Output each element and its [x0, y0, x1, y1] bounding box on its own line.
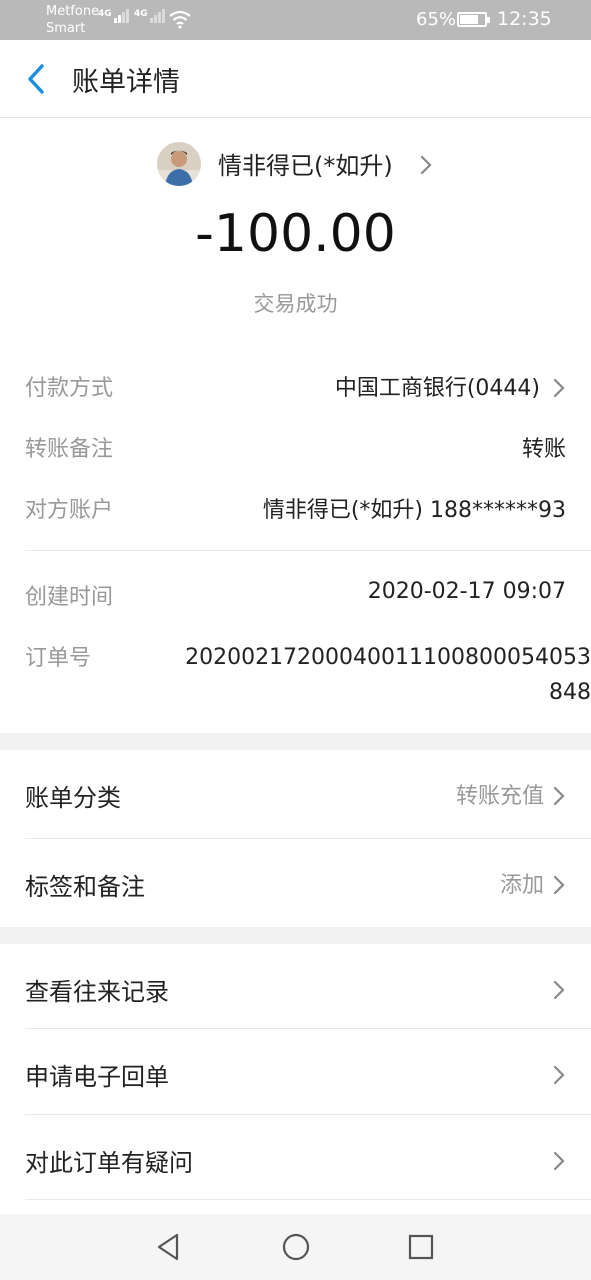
order-question-item[interactable]: 对此订单有疑问	[0, 1115, 591, 1201]
page-title: 账单详情	[72, 67, 180, 98]
recents-square-icon[interactable]	[407, 1232, 435, 1262]
order-number-row: 订单号 2020021720004001110080005405384​8	[25, 640, 591, 710]
payment-method-row[interactable]: 付款方式 中国工商银行(0444)	[25, 370, 566, 410]
created-time-label: 创建时间	[25, 585, 114, 610]
network-type-label: 4G	[98, 9, 112, 19]
carrier-line2: Smart	[46, 21, 86, 36]
system-nav-bar	[0, 1214, 591, 1280]
payment-method-value: 中国工商银行(0444)	[334, 376, 540, 401]
chevron-right-icon[interactable]	[419, 154, 433, 176]
chevron-right-icon	[553, 378, 565, 398]
transfer-note-value: 转账	[521, 437, 566, 462]
chevron-right-icon	[553, 1065, 565, 1085]
bill-category-item[interactable]: 账单分类 转账充值	[0, 750, 591, 836]
order-number-label: 订单号	[25, 646, 92, 671]
tags-notes-value: 添加	[499, 873, 544, 898]
divider	[25, 1199, 591, 1200]
tags-notes-item[interactable]: 标签和备注 添加	[0, 839, 591, 925]
actions-section: 查看往来记录 申请电子回单 对此订单有疑问	[0, 944, 591, 1214]
bill-category-value: 转账充值	[455, 784, 544, 809]
transfer-note-label: 转账备注	[25, 437, 114, 462]
avatar[interactable]	[157, 142, 201, 186]
chevron-right-icon	[553, 875, 565, 895]
chevron-right-icon	[553, 1151, 565, 1171]
signal-icon: 4G	[98, 9, 130, 23]
transaction-status: 交易成功	[253, 292, 338, 316]
divider	[25, 550, 591, 551]
wifi-icon	[169, 10, 191, 29]
created-time-row: 创建时间 2020-02-17 09:07	[25, 579, 566, 619]
request-receipt-label: 申请电子回单	[25, 1063, 169, 1091]
request-receipt-item[interactable]: 申请电子回单	[0, 1029, 591, 1115]
payee-name[interactable]: 情非得已(*如升)	[218, 146, 393, 181]
view-history-item[interactable]: 查看往来记录	[0, 944, 591, 1030]
view-history-label: 查看往来记录	[25, 978, 169, 1006]
signal-icon-2: 4G	[134, 9, 166, 23]
network-type-label-2: 4G	[134, 9, 148, 19]
transfer-note-row: 转账备注 转账	[25, 431, 566, 471]
bill-category-label: 账单分类	[25, 784, 121, 812]
created-time-value: 2020-02-17 09:07	[367, 579, 566, 604]
counterparty-value: 情非得已(*如升) 188******93	[262, 498, 566, 523]
amount: -100.00	[195, 204, 396, 264]
tags-notes-label: 标签和备注	[25, 873, 145, 901]
app-header: 账单详情	[0, 40, 591, 118]
chevron-right-icon	[553, 786, 565, 806]
status-bar: Metfone Smart 4G 4G 65% 12:35	[0, 0, 591, 40]
carrier-name: Metfone Smart	[46, 3, 99, 37]
home-circle-icon[interactable]	[281, 1232, 311, 1262]
clock: 12:35	[497, 8, 552, 30]
counterparty-label: 对方账户	[25, 498, 114, 523]
chevron-left-icon[interactable]	[22, 62, 52, 96]
bill-detail-card: 情非得已(*如升) -100.00 交易成功 付款方式 中国工商银行(0444)…	[0, 118, 591, 733]
battery-icon	[457, 12, 490, 27]
back-triangle-icon[interactable]	[155, 1232, 183, 1262]
category-section: 账单分类 转账充值 标签和备注 添加	[0, 750, 591, 927]
counterparty-row: 对方账户 情非得已(*如升) 188******93	[25, 492, 566, 532]
order-question-label: 对此订单有疑问	[25, 1149, 193, 1177]
carrier-line1: Metfone	[46, 4, 100, 19]
payment-method-label: 付款方式	[25, 376, 114, 401]
battery-percent: 65%	[416, 9, 457, 30]
order-number-value: 2020021720004001110080005405384​8	[185, 645, 591, 705]
chevron-right-icon	[553, 980, 565, 1000]
